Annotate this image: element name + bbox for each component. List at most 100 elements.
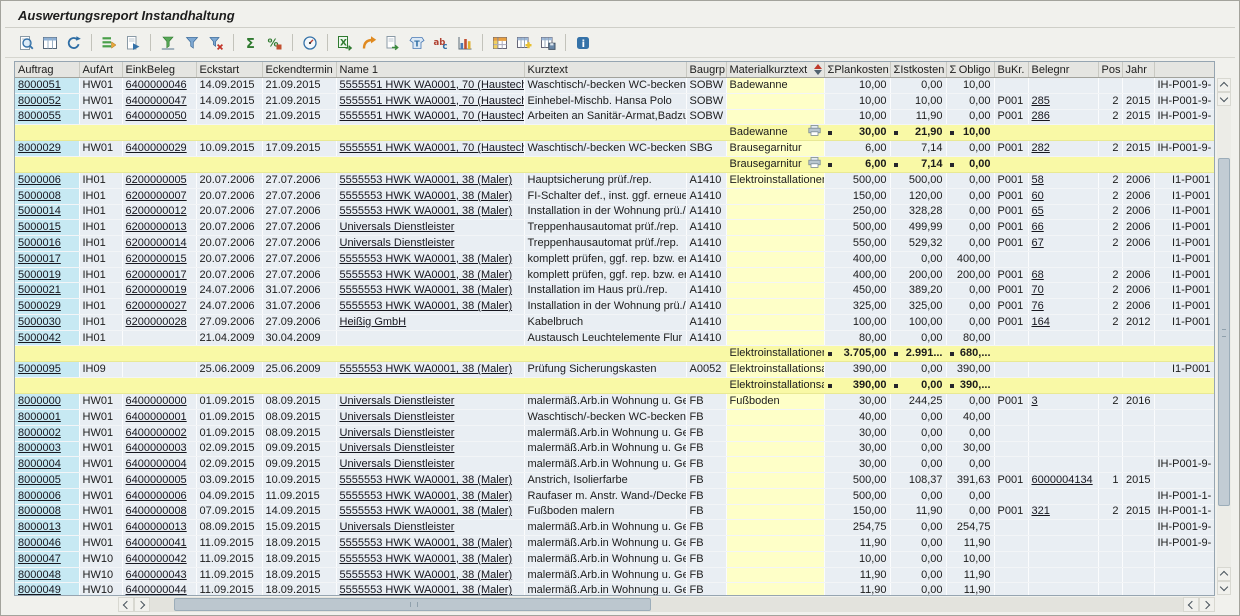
einkbeleg-link[interactable]: 6400000005: [126, 474, 187, 486]
cell-kurztext[interactable]: Austausch Leuchtelemente Flur: [524, 330, 686, 346]
scroll-right-button-right[interactable]: [1199, 597, 1215, 612]
cell-obligo[interactable]: 0,00: [946, 109, 994, 125]
cell-bukr[interactable]: P001: [994, 220, 1028, 236]
cell-eckstart[interactable]: [196, 346, 262, 362]
auftrag-link[interactable]: 8000006: [18, 490, 61, 502]
cell-jahr[interactable]: 2006: [1122, 236, 1154, 252]
cell-name1[interactable]: Universals Dienstleister: [336, 220, 524, 236]
cell-jahr[interactable]: [1122, 583, 1154, 596]
name1-link[interactable]: 5555551 HWK WA0001, 70 (Haustech.): [340, 142, 525, 154]
cell-kurztext[interactable]: Einhebel-Mischb. Hansa Polo: [524, 93, 686, 109]
cell-kurztext[interactable]: [524, 346, 686, 362]
cell-extra[interactable]: [1154, 346, 1214, 362]
cell-eckstart[interactable]: 24.07.2006: [196, 283, 262, 299]
display-document-button[interactable]: [122, 32, 144, 54]
cell-material[interactable]: [726, 314, 824, 330]
col-header-material[interactable]: Materialkurztext: [726, 62, 824, 78]
cell-extra[interactable]: IH-P001-9-: [1154, 536, 1214, 552]
cell-jahr[interactable]: [1122, 78, 1154, 94]
cell-baugrp[interactable]: SOBW: [686, 109, 726, 125]
cell-pos[interactable]: 2: [1098, 299, 1122, 315]
auftrag-link[interactable]: 8000047: [18, 553, 61, 565]
cell-plankosten[interactable]: 40,00: [824, 410, 890, 426]
name1-link[interactable]: 5555553 HWK WA0001, 38 (Maler): [340, 253, 513, 265]
cell-bukr[interactable]: [994, 536, 1028, 552]
cell-eckstart[interactable]: 20.07.2006: [196, 188, 262, 204]
cell-belegnr[interactable]: 286: [1028, 109, 1098, 125]
cell-bukr[interactable]: P001: [994, 283, 1028, 299]
cell-aufart[interactable]: HW01: [79, 520, 122, 536]
cell-auftrag[interactable]: 5000030: [15, 314, 79, 330]
cell-obligo[interactable]: 0,00: [946, 488, 994, 504]
cell-istkosten[interactable]: 0,00: [890, 362, 946, 378]
cell-belegnr[interactable]: 70: [1028, 283, 1098, 299]
cell-eckendtermin[interactable]: [262, 157, 336, 173]
name1-link[interactable]: 5555553 HWK WA0001, 38 (Maler): [340, 490, 513, 502]
cell-extra[interactable]: I1-P001: [1154, 283, 1214, 299]
cell-name1[interactable]: 5555551 HWK WA0001, 70 (Haustech.): [336, 109, 524, 125]
cell-extra[interactable]: IH-P001-9-: [1154, 457, 1214, 473]
cell-aufart[interactable]: IH01: [79, 330, 122, 346]
cell-einkbeleg[interactable]: 6400000008: [122, 504, 196, 520]
cell-bukr[interactable]: [994, 441, 1028, 457]
cell-obligo[interactable]: 390,00: [946, 362, 994, 378]
cell-material[interactable]: [726, 567, 824, 583]
cell-belegnr[interactable]: [1028, 125, 1098, 141]
auftrag-link[interactable]: 5000015: [18, 221, 61, 233]
cell-name1[interactable]: Universals Dienstleister: [336, 425, 524, 441]
cell-eckendtermin[interactable]: 27.07.2006: [262, 188, 336, 204]
cell-einkbeleg[interactable]: [122, 378, 196, 394]
einkbeleg-link[interactable]: 6400000008: [126, 505, 187, 517]
cell-plankosten[interactable]: 10,00: [824, 551, 890, 567]
auftrag-link[interactable]: 5000021: [18, 284, 61, 296]
cell-eckendtermin[interactable]: 27.07.2006: [262, 267, 336, 283]
cell-eckendtermin[interactable]: 11.09.2015: [262, 488, 336, 504]
cell-material[interactable]: [726, 504, 824, 520]
cell-obligo[interactable]: 0,00: [946, 504, 994, 520]
col-header-jahr[interactable]: Jahr: [1122, 62, 1154, 78]
scroll-right-button[interactable]: [134, 597, 150, 612]
cell-istkosten[interactable]: 244,25: [890, 394, 946, 410]
auftrag-link[interactable]: 5000017: [18, 253, 61, 265]
cell-baugrp[interactable]: SOBW: [686, 78, 726, 94]
cell-jahr[interactable]: [1122, 425, 1154, 441]
col-header-auftrag[interactable]: Auftrag: [15, 62, 79, 78]
cell-material[interactable]: [726, 551, 824, 567]
cell-bukr[interactable]: P001: [994, 188, 1028, 204]
cell-eckendtermin[interactable]: 27.07.2006: [262, 251, 336, 267]
cell-baugrp[interactable]: A1410: [686, 220, 726, 236]
cell-obligo[interactable]: 0,00: [946, 188, 994, 204]
cell-bukr[interactable]: P001: [994, 204, 1028, 220]
cell-jahr[interactable]: 2012: [1122, 314, 1154, 330]
cell-baugrp[interactable]: A1410: [686, 188, 726, 204]
cell-eckstart[interactable]: 11.09.2015: [196, 536, 262, 552]
cell-eckstart[interactable]: 27.09.2006: [196, 314, 262, 330]
cell-eckendtermin[interactable]: [262, 346, 336, 362]
cell-material[interactable]: [726, 204, 824, 220]
cell-belegnr[interactable]: [1028, 441, 1098, 457]
horizontal-scroll-track[interactable]: [150, 597, 1183, 612]
cell-pos[interactable]: [1098, 362, 1122, 378]
cell-einkbeleg[interactable]: 6200000015: [122, 251, 196, 267]
cell-eckendtermin[interactable]: 18.09.2015: [262, 583, 336, 596]
name1-link[interactable]: 5555553 HWK WA0001, 38 (Maler): [340, 269, 513, 281]
cell-kurztext[interactable]: komplett prüfen, ggf. rep. bzw. ern.: [524, 251, 686, 267]
cell-jahr[interactable]: 2006: [1122, 220, 1154, 236]
cell-name1[interactable]: 5555551 HWK WA0001, 70 (Haustech.): [336, 93, 524, 109]
cell-kurztext[interactable]: malermäß.Arb.in Wohnung u. Gewerbe: [524, 567, 686, 583]
cell-obligo[interactable]: 0,00: [946, 236, 994, 252]
cell-kurztext[interactable]: Anstrich, Isolierfarbe: [524, 473, 686, 489]
col-header-eckendtermin[interactable]: Eckendtermin: [262, 62, 336, 78]
cell-auftrag[interactable]: 8000048: [15, 567, 79, 583]
col-header-aufart[interactable]: AufArt: [79, 62, 122, 78]
cell-obligo[interactable]: 200,00: [946, 267, 994, 283]
cell-material[interactable]: Brausegarnitur: [726, 141, 824, 157]
cell-einkbeleg[interactable]: 6400000002: [122, 425, 196, 441]
cell-istkosten[interactable]: 499,99: [890, 220, 946, 236]
cell-auftrag[interactable]: 8000049: [15, 583, 79, 596]
cell-jahr[interactable]: 2016: [1122, 394, 1154, 410]
cell-kurztext[interactable]: Treppenhausautomat prüf./rep.: [524, 236, 686, 252]
cell-einkbeleg[interactable]: 6400000013: [122, 520, 196, 536]
cell-eckstart[interactable]: [196, 125, 262, 141]
cell-material[interactable]: [726, 267, 824, 283]
